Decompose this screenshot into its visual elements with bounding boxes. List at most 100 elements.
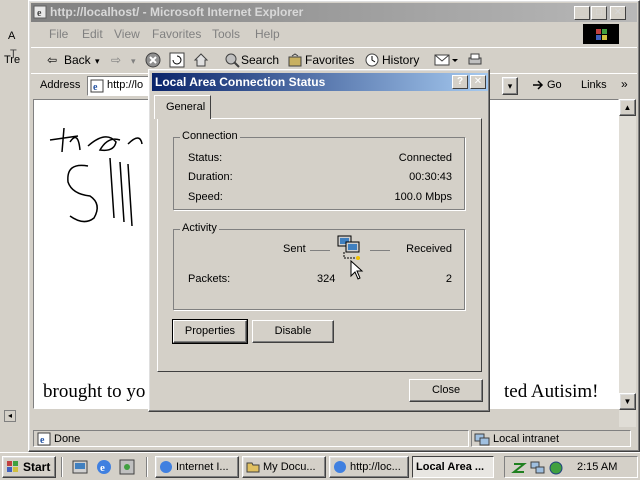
address-value: http://lo [107,79,144,91]
speed-label: Speed: [188,191,223,203]
maximize-button[interactable]: □ [591,6,607,20]
search-button[interactable]: Search [241,53,279,67]
packets-label: Packets: [188,273,231,285]
scroll-up-icon[interactable]: ▲ [619,99,636,116]
menu-favorites[interactable]: Favorites [152,27,201,41]
ie-title-text: http://localhost/ - Microsoft Internet E… [50,5,304,19]
task-ie-icon [159,460,173,477]
menu-help[interactable]: Help [255,27,280,41]
disable-button[interactable]: Disable [252,320,334,343]
received-label: Received [406,243,452,255]
tab-general[interactable]: General [154,95,211,119]
task-localhost[interactable]: http://loc... [329,456,409,478]
task-label-3: Local Area ... [416,461,485,473]
ie-quicklaunch-icon[interactable]: e [96,459,112,478]
task-ie-icon-2 [333,460,347,477]
go-button[interactable]: Go [547,79,562,91]
task-my-documents[interactable]: My Docu... [242,456,326,478]
connection-status-dialog: Local Area Connection Status ? ✕ General… [148,69,490,412]
packets-sent-value: 324 [317,273,336,285]
links-chevron-icon[interactable]: » [621,77,628,91]
task-label-2: http://loc... [350,461,401,473]
done-page-icon: e [37,432,51,449]
activity-group: Activity Sent Received Packets: 324 2 [173,222,465,310]
properties-button[interactable]: Properties [172,319,248,344]
start-button[interactable]: Start [2,456,56,478]
status-value: Connected [398,152,452,164]
svg-text:e: e [93,82,98,93]
tab-general-label: General [166,101,206,113]
background-label-a: A [8,30,16,42]
connection-group-label: Connection [180,130,240,142]
tray-globe-icon[interactable] [548,460,564,479]
zone-text: Local intranet [493,433,560,445]
clock: 2:15 AM [577,461,618,473]
sent-line [310,250,330,251]
menu-file[interactable]: File [49,27,68,41]
menu-edit[interactable]: Edit [82,27,103,41]
taskbar-divider [61,457,63,477]
task-internet-explorer[interactable]: Internet I... [155,456,239,478]
menu-bar: File Edit View Favorites Tools Help [31,23,637,45]
svg-text:e: e [100,462,105,474]
status-pane: e Done [33,430,469,447]
menu-tools[interactable]: Tools [212,27,240,41]
chevron-down-icon[interactable]: ▾ [95,56,100,67]
packets-received-value: 2 [445,273,452,285]
vertical-scrollbar[interactable]: ▲ ▼ [619,99,636,427]
task-label-0: Internet I... [176,461,229,473]
page-text-left: brought to yo [43,381,146,402]
status-bar: e Done Local intranet [31,428,637,448]
favorites-button[interactable]: Favorites [305,53,354,67]
show-desktop-icon[interactable] [72,459,88,478]
svg-text:e: e [37,8,42,19]
speed-value: 100.0 Mbps [394,191,452,203]
ie-title-bar[interactable]: e http://localhost/ - Microsoft Internet… [31,3,637,22]
page-icon: e [90,79,104,96]
channels-icon[interactable] [119,459,135,478]
close-button[interactable]: ✕ [610,6,626,20]
scroll-left-icon[interactable]: ◂ [4,410,16,422]
folder-icon [246,460,260,477]
windows-logo-icon [583,24,619,44]
help-button[interactable]: ? [452,75,468,89]
back-button[interactable]: Back [64,53,91,67]
dialog-title: Local Area Connection Status [155,75,326,89]
back-arrow-icon[interactable]: ⇦ [47,53,57,67]
sent-label: Sent [283,243,306,255]
activity-group-label: Activity [180,222,219,234]
zone-pane: Local intranet [471,430,631,447]
address-input[interactable]: e http://lo [87,76,151,96]
minimize-button[interactable]: _ [574,6,590,20]
taskbar-divider-2 [146,457,148,477]
menu-view[interactable]: View [114,27,140,41]
scroll-down-icon[interactable]: ▼ [619,393,636,410]
handwriting-drawing [49,127,143,227]
connection-group: Connection Status: Connected Duration: 0… [173,130,465,210]
intranet-icon [474,432,490,449]
address-dropdown-icon[interactable]: ▾ [502,77,518,95]
tray-network-icon[interactable] [511,460,527,479]
background-label-tre: Tre [4,54,21,66]
close-dialog-button[interactable]: Close [409,379,483,402]
dialog-title-bar[interactable]: Local Area Connection Status ? ✕ [152,73,488,91]
task-local-area-connection[interactable]: Local Area ... [412,456,494,478]
go-arrow-icon[interactable] [531,78,545,95]
address-label: Address [40,79,81,91]
tray-connection-icon[interactable] [530,460,546,479]
ie-logo-icon: e [33,5,47,19]
dialog-close-x-button[interactable]: ✕ [470,75,486,89]
status-text: Done [54,433,81,445]
duration-label: Duration: [188,171,233,183]
forward-dropdown-icon[interactable]: ▾ [131,56,136,67]
history-button[interactable]: History [382,53,419,67]
forward-arrow-icon[interactable]: ⇨ [111,53,121,67]
page-text-right: ted Autisim! [504,381,599,402]
duration-value: 00:30:43 [409,171,452,183]
taskbar: Start e Internet I... My Docu... http://… [0,452,640,480]
mouse-cursor-icon [350,259,364,283]
received-line [370,250,390,251]
task-label-1: My Docu... [263,461,316,473]
svg-text:e: e [40,435,45,446]
links-button[interactable]: Links [581,79,607,91]
